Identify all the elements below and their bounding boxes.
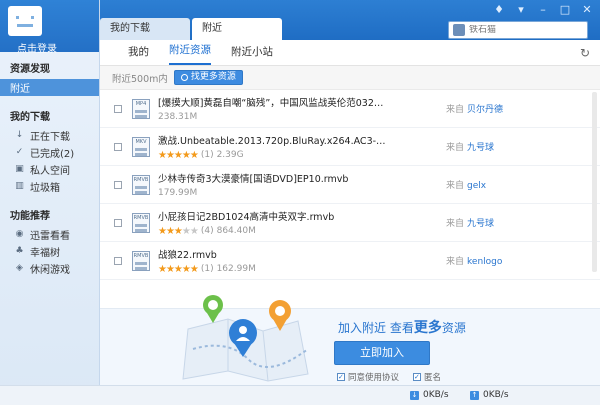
agree-checkbox[interactable]: ✓ 同意使用协议	[337, 371, 399, 383]
video-file-icon: RMVB	[132, 250, 150, 271]
user-panel: 点击登录	[0, 0, 99, 55]
top-tabs: 我的下载 附近	[100, 18, 282, 40]
trash-icon: ▥	[15, 181, 24, 191]
video-file-icon: RMVB	[132, 174, 150, 195]
rating-stars: ★★★★★	[158, 225, 199, 237]
sidebar-item-trash[interactable]: ▥ 垃圾箱	[0, 178, 99, 195]
maximize-icon[interactable]: □	[558, 3, 572, 16]
nav-section-discover: 资源发现	[10, 64, 50, 75]
subtab-mine[interactable]: 我的	[128, 44, 149, 65]
range-label: 附近500m内	[112, 73, 168, 85]
tab-my-downloads[interactable]: 我的下载	[100, 18, 190, 40]
list-item[interactable]: MP4 [爆摸大顺]黄磊自嘲“脑残”，中国风监战英伦范0320上... 238.…	[100, 90, 600, 128]
subtab-nearby-resources[interactable]: 附近资源	[169, 42, 211, 65]
status-bar: ↓ 0KB/s ↑ 0KB/s	[0, 385, 600, 405]
skin-icon[interactable]: ♦	[492, 3, 506, 16]
subtab-nearby-stations[interactable]: 附近小站	[231, 44, 273, 65]
row-checkbox[interactable]	[114, 256, 122, 265]
sidebar-item-tree[interactable]: ♣ 幸福树	[0, 243, 99, 260]
source-user: 来自 九号球	[446, 219, 495, 229]
join-now-button[interactable]: 立即加入	[334, 341, 430, 365]
upload-speed-icon: ↑	[470, 390, 479, 400]
find-more-button[interactable]: 找更多资源	[173, 70, 243, 85]
row-checkbox[interactable]	[114, 218, 122, 227]
sub-tabs: 我的 附近资源 附近小站 ↻	[100, 40, 600, 66]
download-speed-icon: ↓	[410, 390, 419, 400]
eye-icon: ◉	[15, 229, 24, 239]
minimize-icon[interactable]: –	[536, 3, 550, 16]
file-name[interactable]: [爆摸大顺]黄磊自嘲“脑残”，中国风监战英伦范0320上...	[158, 95, 388, 109]
video-file-icon: RMVB	[132, 212, 150, 233]
tab-nearby[interactable]: 附近	[192, 18, 282, 40]
sidebar-item-nearby[interactable]: 附近	[0, 79, 99, 96]
list-item[interactable]: RMVB 少林寺传奇3大漠豪情[国语DVD]EP10.rmvb 179.99M …	[100, 166, 600, 204]
file-list: MP4 [爆摸大顺]黄磊自嘲“脑残”，中国风监战英伦范0320上... 238.…	[100, 90, 600, 285]
list-scrollbar[interactable]	[592, 92, 597, 272]
search-icon	[453, 24, 465, 36]
row-checkbox[interactable]	[114, 180, 122, 189]
menu-icon[interactable]: ▾	[514, 3, 528, 16]
map-pin-illustration	[182, 295, 309, 382]
window-controls: ♦ ▾ – □ ✕	[492, 3, 594, 16]
download-speed: ↓ 0KB/s	[410, 390, 449, 400]
agreement-options: ✓ 同意使用协议 ✓ 匿名	[337, 371, 441, 383]
sidebar-item-completed[interactable]: ✓ 已完成(2)	[0, 144, 99, 161]
lock-icon: ▣	[15, 164, 24, 174]
file-size: 162.99M	[216, 264, 256, 274]
file-size: 238.31M	[158, 112, 198, 122]
sidebar: 点击登录 资源发现 附近 我的下载 ↓ 正在下载 ✓ 已完成(2) ▣ 私人空间…	[0, 0, 100, 405]
nav-section-features: 功能推荐	[10, 211, 50, 222]
gamepad-icon: ◈	[16, 263, 23, 273]
sidebar-item-games[interactable]: ◈ 休闲游戏	[0, 260, 99, 277]
video-file-icon: MKV	[132, 136, 150, 157]
search-box[interactable]	[448, 21, 588, 39]
login-link[interactable]: 点击登录	[17, 40, 57, 55]
rating-stars: ★★★★★	[158, 263, 199, 275]
filter-bar: 附近500m内 找更多资源	[100, 66, 600, 90]
join-promo: 加入附近 查看更多资源 立即加入 ✓ 同意使用协议 ✓ 匿名	[100, 295, 600, 385]
file-name[interactable]: 战狼22.rmvb	[158, 247, 388, 261]
avatar[interactable]	[8, 6, 42, 36]
search-input[interactable]	[469, 25, 579, 35]
rating-count: (4)	[200, 226, 214, 236]
source-user: 来自 九号球	[446, 143, 495, 153]
file-size: 179.99M	[158, 188, 198, 198]
check-icon: ✓	[15, 147, 24, 157]
file-size: 864.40M	[216, 226, 256, 236]
close-icon[interactable]: ✕	[580, 3, 594, 16]
anonymous-checkbox[interactable]: ✓ 匿名	[413, 371, 441, 383]
list-item[interactable]: RMVB 战狼22.rmvb ★★★★★ (1) 162.99M 来自 kenlo…	[100, 242, 600, 280]
promo-title: 加入附近 查看更多资源	[338, 320, 466, 336]
list-item[interactable]: MKV 激战.Unbeatable.2013.720p.BluRay.x264.…	[100, 128, 600, 166]
source-user: 来自 gelx	[446, 181, 487, 191]
rating-stars: ★★★★★	[158, 149, 199, 161]
file-name[interactable]: 激战.Unbeatable.2013.720p.BluRay.x264.AC3-…	[158, 133, 388, 147]
video-file-icon: MP4	[132, 98, 150, 119]
file-name[interactable]: 少林寺传奇3大漠豪情[国语DVD]EP10.rmvb	[158, 171, 388, 185]
refresh-icon[interactable]: ↻	[580, 46, 590, 60]
file-name[interactable]: 小屁孩日记2BD1024高清中英双字.rmvb	[158, 209, 388, 223]
source-user: 来自 kenlogo	[446, 257, 503, 267]
rating-count: (1)	[200, 150, 214, 160]
content-area: 我的 附近资源 附近小站 ↻ 附近500m内 找更多资源 MP4 [爆摸大顺]黄…	[100, 40, 600, 385]
main-panel: 我的下载 附近 我的 附近资源 附近小站 ↻ 附近500m内 找更多资源 MP4…	[100, 18, 600, 385]
tree-icon: ♣	[15, 246, 24, 256]
sidebar-item-kankan[interactable]: ◉ 迅雷看看	[0, 226, 99, 243]
source-user: 来自 贝尔丹德	[446, 105, 504, 115]
sidebar-item-downloading[interactable]: ↓ 正在下载	[0, 127, 99, 144]
nav-section-my-downloads: 我的下载	[10, 112, 50, 123]
file-size: 2.39G	[216, 150, 244, 160]
sidebar-item-private[interactable]: ▣ 私人空间	[0, 161, 99, 178]
rating-count: (1)	[200, 264, 214, 274]
row-checkbox[interactable]	[114, 104, 122, 113]
list-item[interactable]: RMVB 小屁孩日记2BD1024高清中英双字.rmvb ★★★★★ (4) 8…	[100, 204, 600, 242]
upload-speed: ↑ 0KB/s	[470, 390, 509, 400]
search-icon	[180, 74, 188, 81]
download-arrow-icon: ↓	[15, 130, 24, 140]
row-checkbox[interactable]	[114, 142, 122, 151]
